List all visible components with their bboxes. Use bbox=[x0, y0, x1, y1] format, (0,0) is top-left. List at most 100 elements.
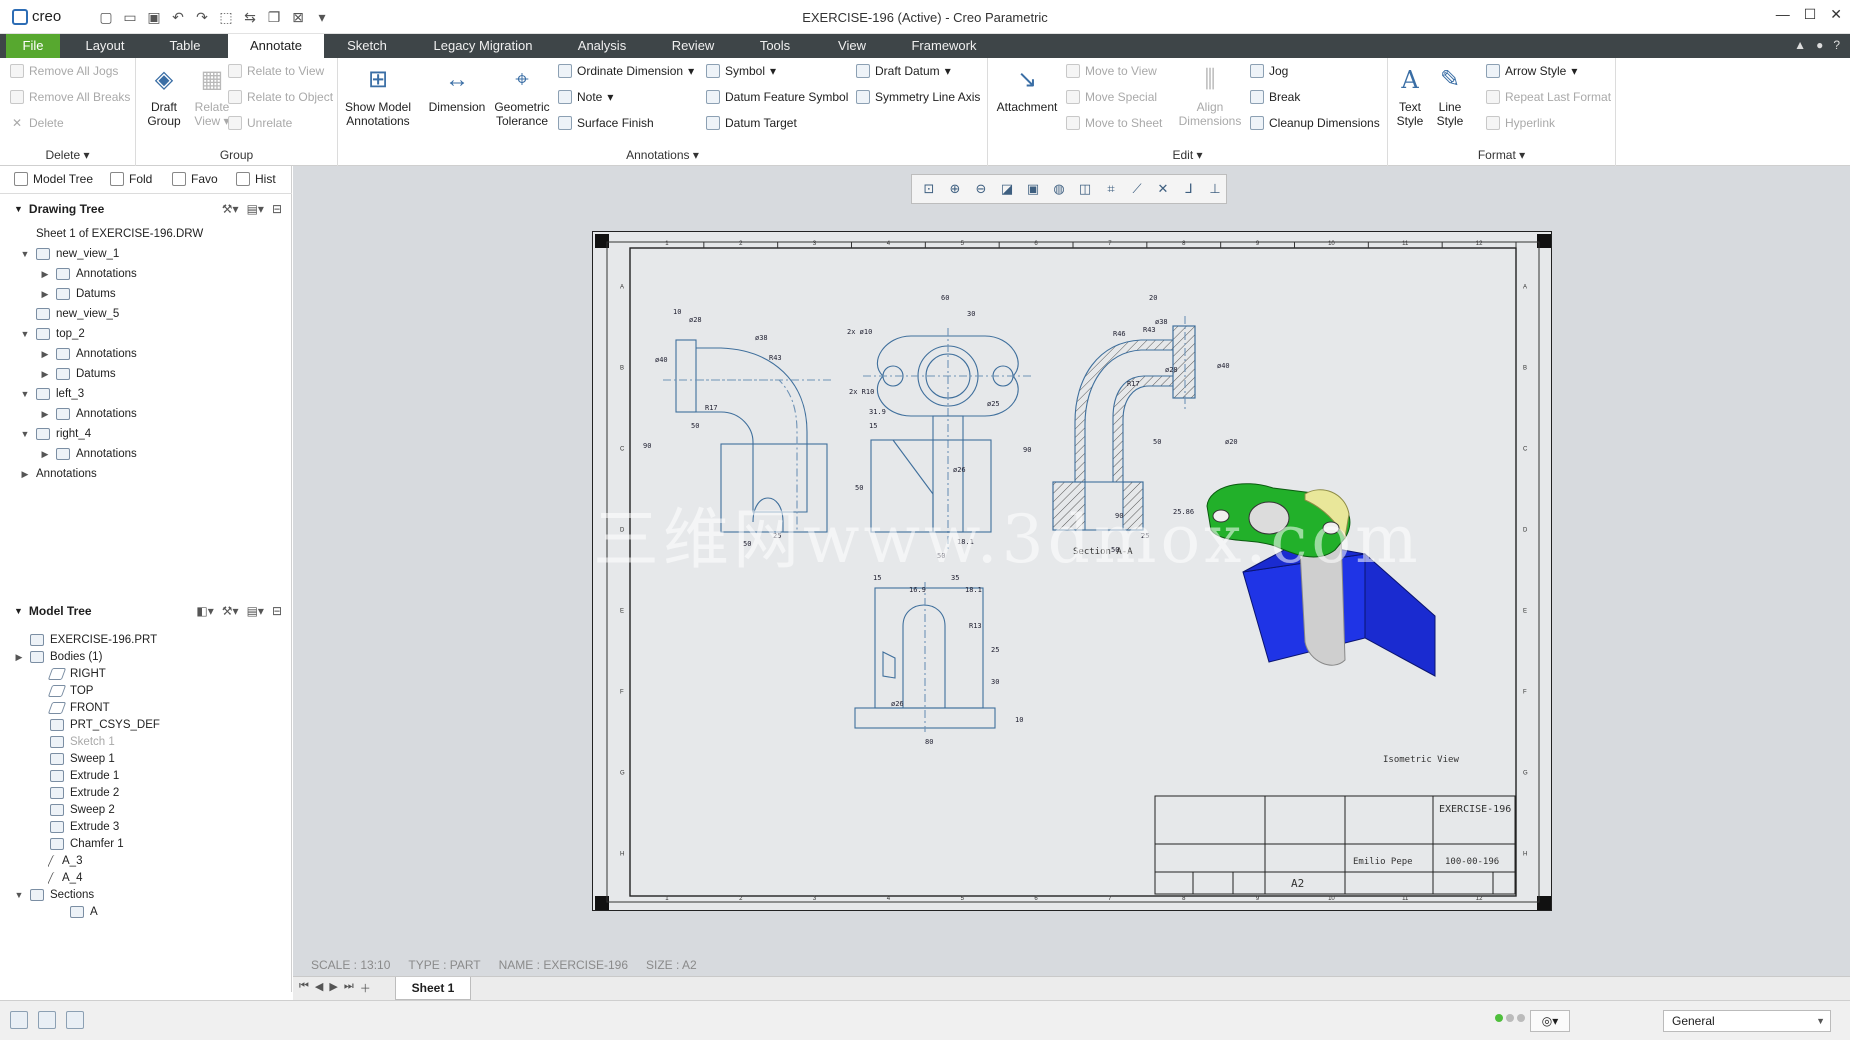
collapsed-arrow-icon[interactable]: ▶ bbox=[40, 289, 50, 300]
repeat-last-format-button[interactable]: Repeat Last Format bbox=[1486, 90, 1611, 104]
expanded-arrow-icon[interactable]: ▼ bbox=[20, 389, 30, 399]
model-columns-icon[interactable]: ▤▾ bbox=[247, 604, 264, 618]
hyperlink-button[interactable]: Hyperlink bbox=[1486, 116, 1555, 130]
drawing-tree-item[interactable]: new_view_5 bbox=[20, 304, 119, 324]
drawing-tree-item[interactable]: ▼ right_4 bbox=[20, 424, 91, 444]
point-display-icon[interactable]: ✕ bbox=[1154, 180, 1172, 198]
dimension-label[interactable]: R46 bbox=[1113, 330, 1126, 338]
dimension-label[interactable]: 25 bbox=[773, 532, 781, 540]
next-sheet-icon[interactable]: ▶ bbox=[329, 980, 337, 996]
datum-display-icon[interactable]: ◫ bbox=[1076, 180, 1094, 198]
symbol-button[interactable]: Symbol ▾ bbox=[706, 64, 776, 78]
customize-qat-icon[interactable]: ▾ bbox=[312, 7, 332, 27]
redo-icon[interactable]: ↷ bbox=[192, 7, 212, 27]
model-filter-icon[interactable]: ⊟ bbox=[272, 604, 282, 618]
saved-views-icon[interactable]: ◍ bbox=[1050, 180, 1068, 198]
dimension-label[interactable]: 90 bbox=[1115, 512, 1123, 520]
axis-display-icon[interactable]: ⟋ bbox=[1128, 180, 1146, 198]
dimension-label[interactable]: ø26 bbox=[953, 466, 966, 474]
help-user-icon[interactable]: ● bbox=[1816, 38, 1823, 52]
remove-all-breaks-button[interactable]: Remove All Breaks bbox=[10, 90, 130, 104]
find-button[interactable]: ◎▾ bbox=[1530, 1010, 1570, 1032]
first-sheet-icon[interactable]: ⏮ bbox=[299, 980, 309, 996]
close-icon[interactable]: ✕ bbox=[1830, 6, 1842, 23]
dimension-label[interactable]: ø38 bbox=[755, 334, 768, 342]
maximize-icon[interactable]: ☐ bbox=[1804, 6, 1817, 23]
dimension-label[interactable]: 35 bbox=[951, 574, 959, 582]
remove-all-jogs-button[interactable]: Remove All Jogs bbox=[10, 64, 118, 78]
dimension-label[interactable]: 90 bbox=[643, 442, 651, 450]
open-folder-icon[interactable]: ▭ bbox=[120, 7, 140, 27]
drawing-tree-item[interactable]: ▼ new_view_1 bbox=[20, 244, 119, 264]
panel-tab-favorites[interactable]: Favo bbox=[172, 172, 218, 186]
dimension-label[interactable]: 31.9 bbox=[869, 408, 886, 416]
fullscreen-icon[interactable] bbox=[66, 1011, 84, 1029]
tree-columns-icon[interactable]: ▤▾ bbox=[247, 202, 264, 216]
dimension-label[interactable]: 2x R10 bbox=[849, 388, 874, 396]
tab-view[interactable]: View bbox=[826, 34, 878, 58]
show-model-annotations-button[interactable]: ⊞ Show Model Annotations bbox=[340, 64, 416, 129]
arrow-style-button[interactable]: Arrow Style ▾ bbox=[1486, 64, 1577, 78]
tree-filter-icon[interactable]: ⊟ bbox=[272, 202, 282, 216]
panel-tab-model-tree[interactable]: Model Tree bbox=[14, 172, 93, 186]
relate-to-view-button[interactable]: Relate to View bbox=[228, 64, 324, 78]
dimension-label[interactable]: 50 bbox=[743, 540, 751, 548]
drawing-tree-item[interactable]: ▶ Datums bbox=[40, 284, 116, 304]
model-settings-icon[interactable]: ⚒▾ bbox=[222, 604, 239, 618]
drawing-tree-item[interactable]: ▼ top_2 bbox=[20, 324, 85, 344]
graphics-area[interactable]: ⊡ ⊕ ⊖ ◪ ▣ ◍ ◫ ⌗ ⟋ ✕ ⅃ ⊥ 1122334455667788… bbox=[293, 166, 1850, 976]
model-tree-header[interactable]: ▼ Model Tree ◧▾ ⚒▾ ▤▾ ⊟ bbox=[0, 598, 292, 624]
datum-target-button[interactable]: Datum Target bbox=[706, 116, 797, 130]
group-label-annotations[interactable]: Annotations ▾ bbox=[338, 148, 987, 162]
dimension-label[interactable]: 80 bbox=[925, 738, 933, 746]
last-sheet-icon[interactable]: ⏭ bbox=[344, 980, 354, 996]
dimension-label[interactable]: 25 bbox=[991, 646, 999, 654]
collapsed-arrow-icon[interactable]: ▶ bbox=[40, 409, 50, 420]
tab-annotate[interactable]: Annotate bbox=[228, 34, 324, 58]
dimension-label[interactable]: 30 bbox=[991, 678, 999, 686]
line-style-button[interactable]: ✎ Line Style bbox=[1430, 64, 1470, 129]
repaint-icon[interactable]: ◪ bbox=[998, 180, 1016, 198]
dimension-label[interactable]: ø40 bbox=[1217, 362, 1230, 370]
dimension-label[interactable]: 50 bbox=[691, 422, 699, 430]
draft-datum-button[interactable]: Draft Datum ▾ bbox=[856, 64, 951, 78]
collapsed-arrow-icon[interactable]: ▶ bbox=[40, 269, 50, 280]
model-tree-item[interactable]: A bbox=[54, 902, 98, 922]
dimension-button[interactable]: ↔ Dimension bbox=[426, 64, 488, 115]
help-icon[interactable]: ? bbox=[1833, 38, 1840, 52]
datum-feature-symbol-button[interactable]: Datum Feature Symbol bbox=[706, 90, 848, 104]
dimension-label[interactable]: 25 bbox=[1141, 532, 1149, 540]
cleanup-dimensions-button[interactable]: Cleanup Dimensions bbox=[1250, 116, 1380, 130]
dimension-label[interactable]: ø20 bbox=[1225, 438, 1238, 446]
tab-framework[interactable]: Framework bbox=[900, 34, 988, 58]
dimension-label[interactable]: 15 bbox=[869, 422, 877, 430]
collapse-model-tree-icon[interactable]: ▼ bbox=[14, 606, 23, 616]
group-label-edit[interactable]: Edit ▾ bbox=[988, 148, 1387, 162]
dimension-label[interactable]: R17 bbox=[1127, 380, 1140, 388]
dimension-label[interactable]: R43 bbox=[1143, 326, 1156, 334]
panel-tab-folder[interactable]: Fold bbox=[110, 172, 152, 186]
group-label-delete[interactable]: Delete ▾ bbox=[0, 148, 135, 162]
csys-display-icon[interactable]: ⅃ bbox=[1180, 180, 1198, 198]
collapsed-arrow-icon[interactable]: ▶ bbox=[40, 349, 50, 360]
tab-tools[interactable]: Tools bbox=[748, 34, 802, 58]
dimension-label[interactable]: 15 bbox=[873, 574, 881, 582]
expanded-arrow-icon[interactable]: ▼ bbox=[20, 249, 30, 259]
expanded-arrow-icon[interactable]: ▼ bbox=[14, 890, 24, 900]
display-style-icon[interactable]: ▣ bbox=[1024, 180, 1042, 198]
dimension-label[interactable]: ø38 bbox=[1155, 318, 1168, 326]
drawing-tree-item[interactable]: ▶ Annotations bbox=[40, 344, 137, 364]
move-to-sheet-button[interactable]: Move to Sheet bbox=[1066, 116, 1162, 130]
surface-finish-button[interactable]: Surface Finish bbox=[558, 116, 654, 130]
draft-group-button[interactable]: ◈ Draft Group bbox=[140, 64, 188, 129]
jog-button[interactable]: Jog bbox=[1250, 64, 1288, 78]
drawing-tree-item[interactable]: ▶ Annotations bbox=[40, 444, 137, 464]
dimension-label[interactable]: 20 bbox=[1149, 294, 1157, 302]
tree-settings-icon[interactable]: ⚒▾ bbox=[222, 202, 239, 216]
tab-review[interactable]: Review bbox=[658, 34, 728, 58]
move-special-button[interactable]: Move Special bbox=[1066, 90, 1157, 104]
collapsed-arrow-icon[interactable]: ▶ bbox=[40, 449, 50, 460]
collapsed-arrow-icon[interactable]: ▶ bbox=[40, 369, 50, 380]
unrelate-button[interactable]: Unrelate bbox=[228, 116, 292, 130]
collapse-drawing-tree-icon[interactable]: ▼ bbox=[14, 204, 23, 214]
